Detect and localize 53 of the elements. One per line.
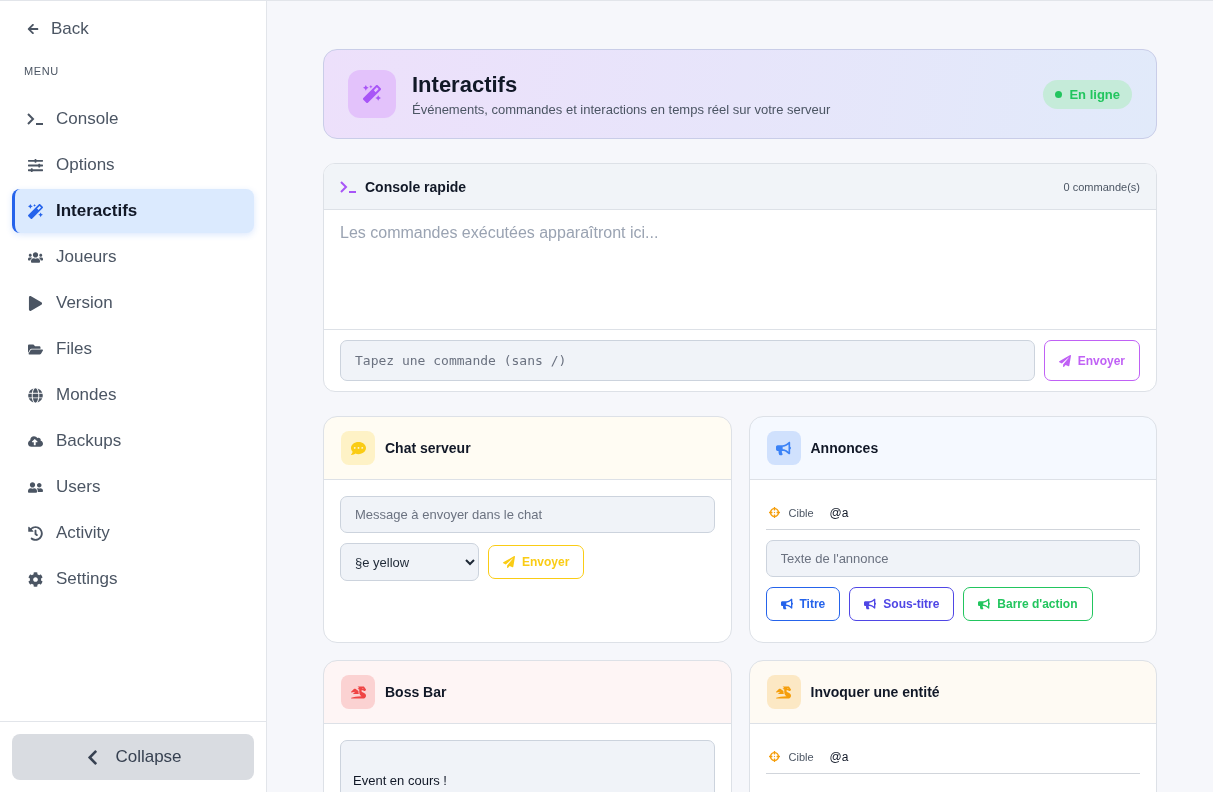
- sidebar-item[interactable]: Joueurs: [12, 235, 254, 279]
- color-select[interactable]: §e yellow: [340, 543, 479, 581]
- console-output: Les commandes exécutées apparaîtront ici...: [324, 210, 1156, 330]
- sidebar-item[interactable]: Console: [12, 97, 254, 141]
- page-subtitle: Événements, commandes et interactions en temps réel sur votre serveur: [412, 101, 832, 117]
- page-title: Interactifs: [412, 71, 519, 98]
- command-field[interactable]: Tapez une commande (sans /): [340, 340, 1035, 381]
- magic-wand-icon: [348, 70, 396, 118]
- megaphone-icon: [864, 598, 877, 610]
- collapse-button[interactable]: Collapse: [12, 734, 254, 780]
- cloud-upload-icon: [27, 433, 44, 449]
- terminal-icon: [340, 180, 357, 193]
- target-label: Cible: [788, 750, 814, 763]
- users-icon: [27, 479, 44, 495]
- play-icon: [27, 295, 44, 311]
- status-badge: En ligne: [1043, 79, 1132, 109]
- settings-icon: [27, 571, 44, 587]
- paper-plane-icon: [1058, 354, 1071, 367]
- sidebar-item[interactable]: Files: [12, 327, 254, 371]
- announcement-field[interactable]: Texte de l'annonce: [765, 540, 1140, 577]
- sidebar-item[interactable]: Version: [12, 281, 254, 325]
- users-icon: [27, 249, 44, 265]
- card-title: Annonces: [810, 440, 880, 456]
- magic-wand-icon: [27, 203, 44, 219]
- sliders-icon: [27, 157, 44, 173]
- status-dot: [1055, 90, 1063, 98]
- terminal-icon: [27, 113, 44, 125]
- card-title: Chat serveur: [385, 440, 472, 456]
- sidebar-item[interactable]: Options: [12, 143, 254, 187]
- card-title: Console rapide: [365, 178, 468, 195]
- sidebar-item[interactable]: Users: [12, 465, 254, 509]
- sidebar-item[interactable]: Settings: [12, 557, 254, 601]
- globe-icon: [27, 387, 44, 403]
- sidebar-item[interactable]: Mondes: [12, 373, 254, 417]
- menu-heading: MENU: [23, 65, 60, 77]
- announce-button[interactable]: Sous-titre: [849, 587, 955, 621]
- sidebar-item[interactable]: Activity: [12, 511, 254, 555]
- target-value: @a: [829, 505, 849, 520]
- paper-plane-icon: [503, 556, 515, 568]
- bossbar-text-field[interactable]: Event en cours !: [340, 740, 715, 792]
- target-value: @a: [829, 749, 849, 764]
- sidebar-item[interactable]: Backups: [12, 419, 254, 463]
- announce-button[interactable]: Titre: [765, 587, 841, 621]
- card-title: Invoquer une entité: [810, 684, 941, 700]
- history-icon: [27, 525, 44, 541]
- megaphone-icon: [978, 598, 991, 610]
- megaphone-icon: [780, 598, 793, 610]
- target-label: Cible: [788, 506, 814, 519]
- back-link[interactable]: Back: [12, 15, 254, 43]
- card-title: Boss Bar: [385, 684, 448, 700]
- command-count: 0 commande(s): [1063, 180, 1140, 193]
- sidebar-item[interactable]: Interactifs: [12, 189, 254, 233]
- message-field[interactable]: Message à envoyer dans le chat: [340, 496, 715, 533]
